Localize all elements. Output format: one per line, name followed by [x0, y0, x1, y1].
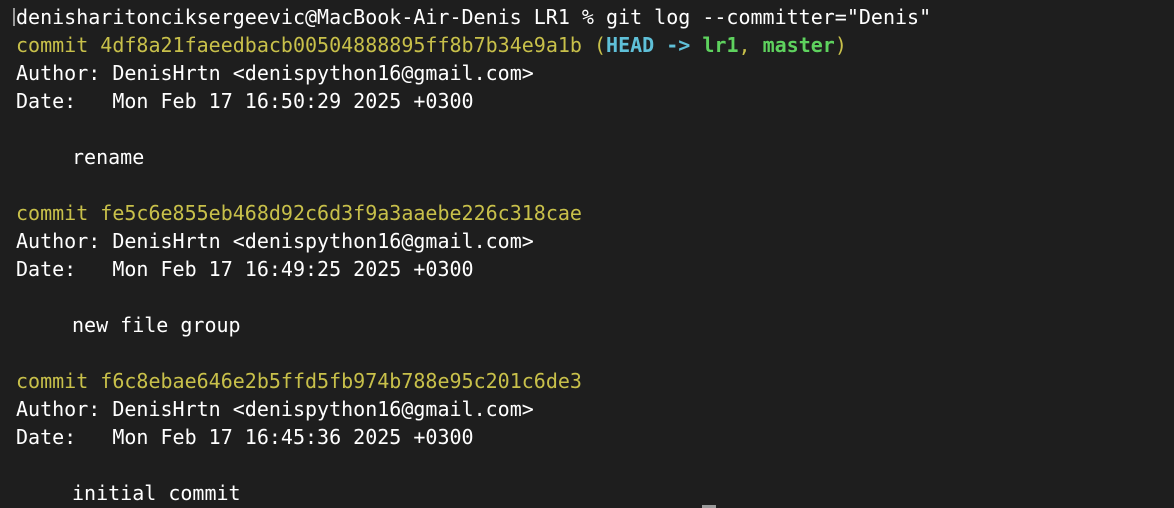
terminal-window[interactable]: denisharitonciksergeevic@MacBook-Air-Den…	[0, 0, 1174, 508]
date-label: Date:	[16, 89, 77, 113]
branch-ref-lr1: lr1	[702, 33, 739, 57]
date-value: Mon Feb 17 16:50:29 2025 +0300	[76, 89, 474, 113]
commit-hash: 4df8a21faeedbacb00504888895ff8b7b34e9a1b	[100, 33, 582, 57]
date-line: Date: Mon Feb 17 16:45:36 2025 +0300	[16, 423, 1174, 451]
date-label: Date:	[16, 257, 77, 281]
author-value: DenisHrtn <denispython16@gmail.com>	[100, 61, 534, 85]
date-value: Mon Feb 17 16:49:25 2025 +0300	[76, 257, 474, 281]
ref-arrow: ->	[654, 33, 703, 57]
refs-open: (	[581, 33, 607, 57]
commit-keyword: commit	[16, 369, 89, 393]
author-line: Author: DenisHrtn <denispython16@gmail.c…	[16, 395, 1174, 423]
author-label: Author:	[16, 61, 101, 85]
commit-keyword: commit	[16, 201, 89, 225]
commit-line: commit 4df8a21faeedbacb00504888895ff8b7b…	[16, 31, 1174, 59]
date-value: Mon Feb 17 16:45:36 2025 +0300	[76, 425, 474, 449]
head-ref: HEAD	[606, 33, 655, 57]
commit-line: commit fe5c6e855eb468d92c6d3f9a3aaebe226…	[16, 199, 1174, 227]
commit-hash: f6c8ebae646e2b5ffd5fb974b788e95c201c6de3	[100, 369, 582, 393]
date-line: Date: Mon Feb 17 16:50:29 2025 +0300	[16, 87, 1174, 115]
prompt-line: denisharitonciksergeevic@MacBook-Air-Den…	[13, 3, 1174, 31]
commit-message: rename	[72, 145, 145, 169]
author-line: Author: DenisHrtn <denispython16@gmail.c…	[16, 59, 1174, 87]
author-label: Author:	[16, 229, 101, 253]
date-label: Date:	[16, 425, 77, 449]
commit-hash: fe5c6e855eb468d92c6d3f9a3aaebe226c318cae	[100, 201, 582, 225]
refs-close: )	[834, 33, 847, 57]
commit-message: initial commit	[72, 481, 241, 505]
cursor-mark	[13, 8, 15, 26]
author-label: Author:	[16, 397, 101, 421]
prompt-command: denisharitonciksergeevic@MacBook-Air-Den…	[16, 5, 932, 29]
author-value: DenisHrtn <denispython16@gmail.com>	[100, 229, 534, 253]
commit-keyword: commit	[16, 33, 89, 57]
date-line: Date: Mon Feb 17 16:49:25 2025 +0300	[16, 255, 1174, 283]
ref-separator: ,	[738, 33, 763, 57]
commit-message: new file group	[72, 313, 241, 337]
branch-ref-master: master	[762, 33, 835, 57]
author-value: DenisHrtn <denispython16@gmail.com>	[100, 397, 534, 421]
author-line: Author: DenisHrtn <denispython16@gmail.c…	[16, 227, 1174, 255]
commit-line: commit f6c8ebae646e2b5ffd5fb974b788e95c2…	[16, 367, 1174, 395]
